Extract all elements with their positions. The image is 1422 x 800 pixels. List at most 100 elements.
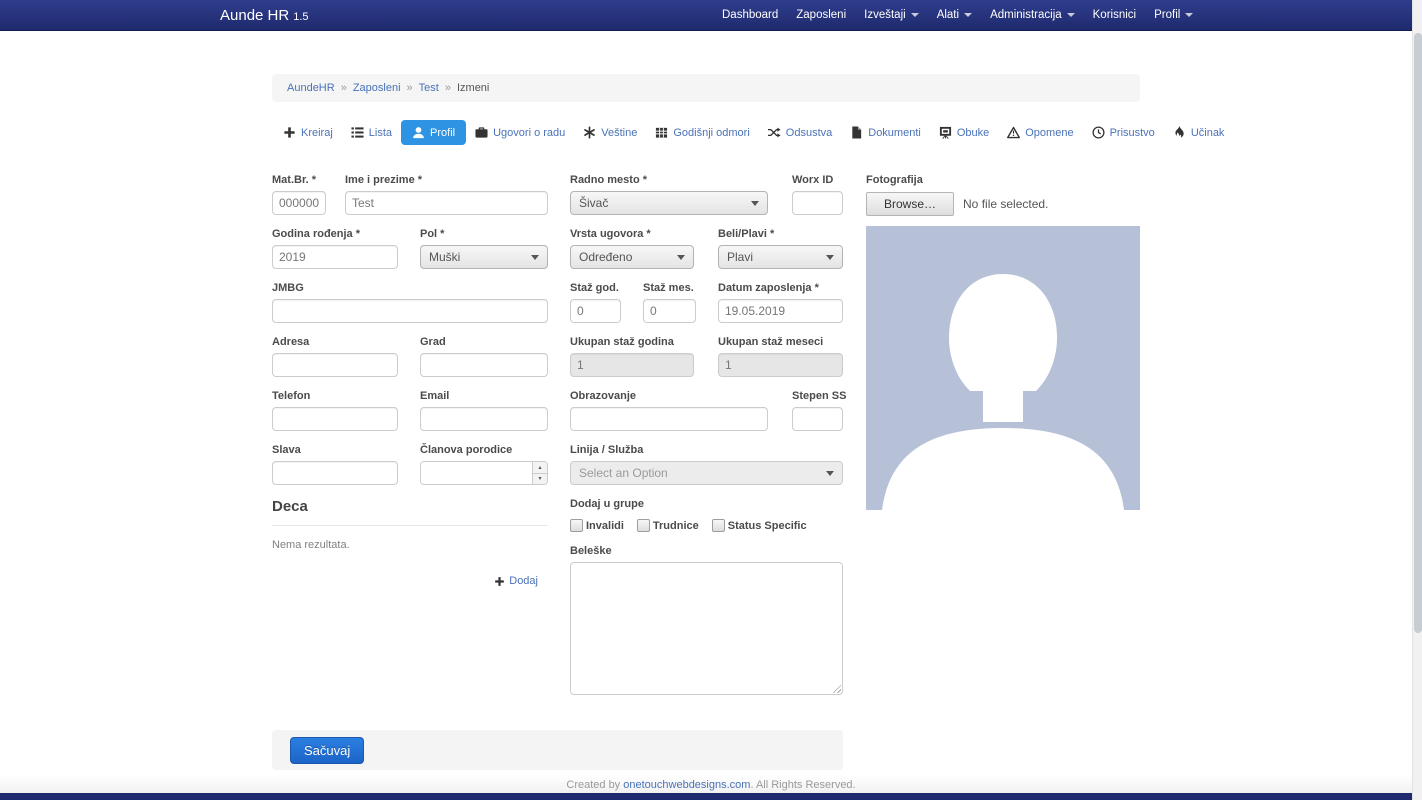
footer-credits: Created by onetouchwebdesigns.com. All R… (0, 779, 1422, 791)
tab-ugovori-o-radu[interactable]: Ugovori o radu (466, 120, 574, 145)
field-worx-id: Worx ID (792, 174, 843, 215)
mat-br-input[interactable] (272, 191, 326, 215)
datum-zaposlenja-input[interactable] (718, 299, 843, 323)
photo-section: Fotografija Browse… No file selected. (866, 174, 1140, 770)
clanova-porodice-number-field: ▴ ▾ (420, 461, 548, 485)
nav-item-alati[interactable]: Alati (928, 9, 981, 21)
footer-link-onetouch[interactable]: onetouchwebdesigns.com (623, 779, 750, 791)
deca-section-title: Deca (272, 498, 548, 526)
breadcrumb: AundeHR » Zaposleni » Test » Izmeni (272, 74, 1140, 102)
field-label: Mat.Br. * (272, 174, 326, 186)
breadcrumb-link-zaposleni[interactable]: Zaposleni (353, 82, 401, 94)
field-linija-sluzba: Linija / Služba Select an Option (570, 444, 843, 485)
tab-ucinak[interactable]: Učinak (1164, 120, 1234, 145)
breadcrumb-link-home[interactable]: AundeHR (287, 82, 335, 94)
email-input[interactable] (420, 407, 548, 431)
stepen-ss-input[interactable] (792, 407, 843, 431)
checkbox[interactable] (637, 519, 650, 532)
nav-item-label: Alati (937, 9, 959, 21)
tab-kreiraj[interactable]: Kreiraj (274, 120, 342, 145)
browse-button[interactable]: Browse… (866, 192, 954, 216)
slava-input[interactable] (272, 461, 398, 485)
adresa-input[interactable] (272, 353, 398, 377)
vrsta-ugovora-select[interactable]: Određeno (570, 245, 694, 269)
ime-i-prezime-input[interactable] (345, 191, 548, 215)
obrazovanje-input[interactable] (570, 407, 768, 431)
profile-form: Mat.Br. * Ime i prezime * Radno mesto * … (272, 174, 1140, 770)
caret-down-icon (1185, 13, 1193, 17)
fire-icon (1173, 126, 1186, 139)
save-button[interactable]: Sačuvaj (290, 737, 364, 764)
tab-label: Ugovori o radu (493, 127, 565, 139)
radno-mesto-select[interactable]: Šivač (570, 191, 768, 215)
nav-item-izvestaji[interactable]: Izveštaji (855, 9, 928, 21)
tab-label: Prisustvo (1110, 127, 1155, 139)
tab-prisustvo[interactable]: Prisustvo (1083, 120, 1164, 145)
field-label: Ukupan staž godina (570, 336, 694, 348)
checkbox-trudnice[interactable]: Trudnice (637, 519, 699, 532)
form-actions: Sačuvaj (272, 730, 843, 770)
checkbox[interactable] (712, 519, 725, 532)
checkbox[interactable] (570, 519, 583, 532)
footer-text: Created by (566, 779, 623, 791)
nav-item-profil[interactable]: Profil (1145, 9, 1202, 21)
godina-rodjenja-input[interactable] (272, 245, 398, 269)
nav-item-label: Korisnici (1093, 9, 1136, 21)
tab-lista[interactable]: Lista (342, 120, 401, 145)
app-version: 1.5 (293, 11, 308, 23)
pol-select-value: Muški (429, 250, 460, 264)
nav-item-dashboard[interactable]: Dashboard (713, 9, 787, 21)
grad-input[interactable] (420, 353, 548, 377)
tab-profil[interactable]: Profil (401, 120, 466, 145)
breadcrumb-link-test[interactable]: Test (419, 82, 439, 94)
tab-odsustva[interactable]: Odsustva (759, 120, 841, 145)
number-spinner: ▴ ▾ (532, 462, 547, 484)
beleske-textarea[interactable] (570, 562, 843, 695)
nav-item-korisnici[interactable]: Korisnici (1084, 9, 1145, 21)
jmbg-input[interactable] (272, 299, 548, 323)
nav-item-zaposleni[interactable]: Zaposleni (787, 9, 855, 21)
chevron-down-icon (826, 255, 834, 260)
field-grad: Grad (420, 336, 548, 377)
staz-mes-input[interactable] (643, 299, 696, 323)
staz-god-input[interactable] (570, 299, 621, 323)
field-label: Radno mesto * (570, 174, 768, 186)
nav-item-administracija[interactable]: Administracija (981, 9, 1084, 21)
tab-dokumenti[interactable]: Dokumenti (841, 120, 930, 145)
chevron-down-icon (677, 255, 685, 260)
beli-plavi-select-value: Plavi (727, 250, 753, 264)
beli-plavi-select[interactable]: Plavi (718, 245, 843, 269)
plus-icon (494, 576, 505, 587)
clanova-porodice-input[interactable] (421, 462, 532, 484)
field-stepen-ss: Stepen SS (792, 390, 843, 431)
field-fotografija: Fotografija Browse… No file selected. (866, 174, 1140, 216)
spinner-up-button[interactable]: ▴ (533, 462, 547, 474)
scrollbar-track[interactable] (1412, 0, 1422, 800)
nav-item-label: Profil (1154, 9, 1180, 21)
pol-select[interactable]: Muški (420, 245, 548, 269)
field-label: Fotografija (866, 174, 1140, 186)
tab-opomene[interactable]: Opomene (998, 120, 1082, 145)
field-clanova-porodice: Članova porodice ▴ ▾ (420, 444, 548, 485)
checkbox-label: Status Specific (728, 520, 807, 532)
field-ukupan-staz-godina: Ukupan staž godina (570, 336, 694, 377)
tab-godisnji-odmori[interactable]: Godišnji odmori (646, 120, 758, 145)
tab-obuke[interactable]: Obuke (930, 120, 998, 145)
checkbox-invalidi[interactable]: Invalidi (570, 519, 624, 532)
field-ukupan-staz-meseci: Ukupan staž meseci (718, 336, 843, 377)
worx-id-input[interactable] (792, 191, 843, 215)
telefon-input[interactable] (272, 407, 398, 431)
tab-vestine[interactable]: Veštine (574, 120, 646, 145)
add-child-link[interactable]: Dodaj (494, 575, 538, 587)
spinner-down-button[interactable]: ▾ (533, 474, 547, 485)
no-file-text: No file selected. (963, 197, 1048, 211)
tab-label: Kreiraj (301, 127, 333, 139)
linija-sluzba-select[interactable]: Select an Option (570, 461, 843, 485)
app-brand[interactable]: Aunde HR 1.5 (220, 7, 309, 24)
checkbox-status-specific[interactable]: Status Specific (712, 519, 807, 532)
plus-icon (283, 126, 296, 139)
bottom-footer-bar (0, 793, 1422, 800)
top-navbar: Aunde HR 1.5 Dashboard Zaposleni Izvešta… (0, 0, 1422, 31)
scrollbar-thumb[interactable] (1414, 33, 1422, 633)
tab-label: Odsustva (786, 127, 832, 139)
